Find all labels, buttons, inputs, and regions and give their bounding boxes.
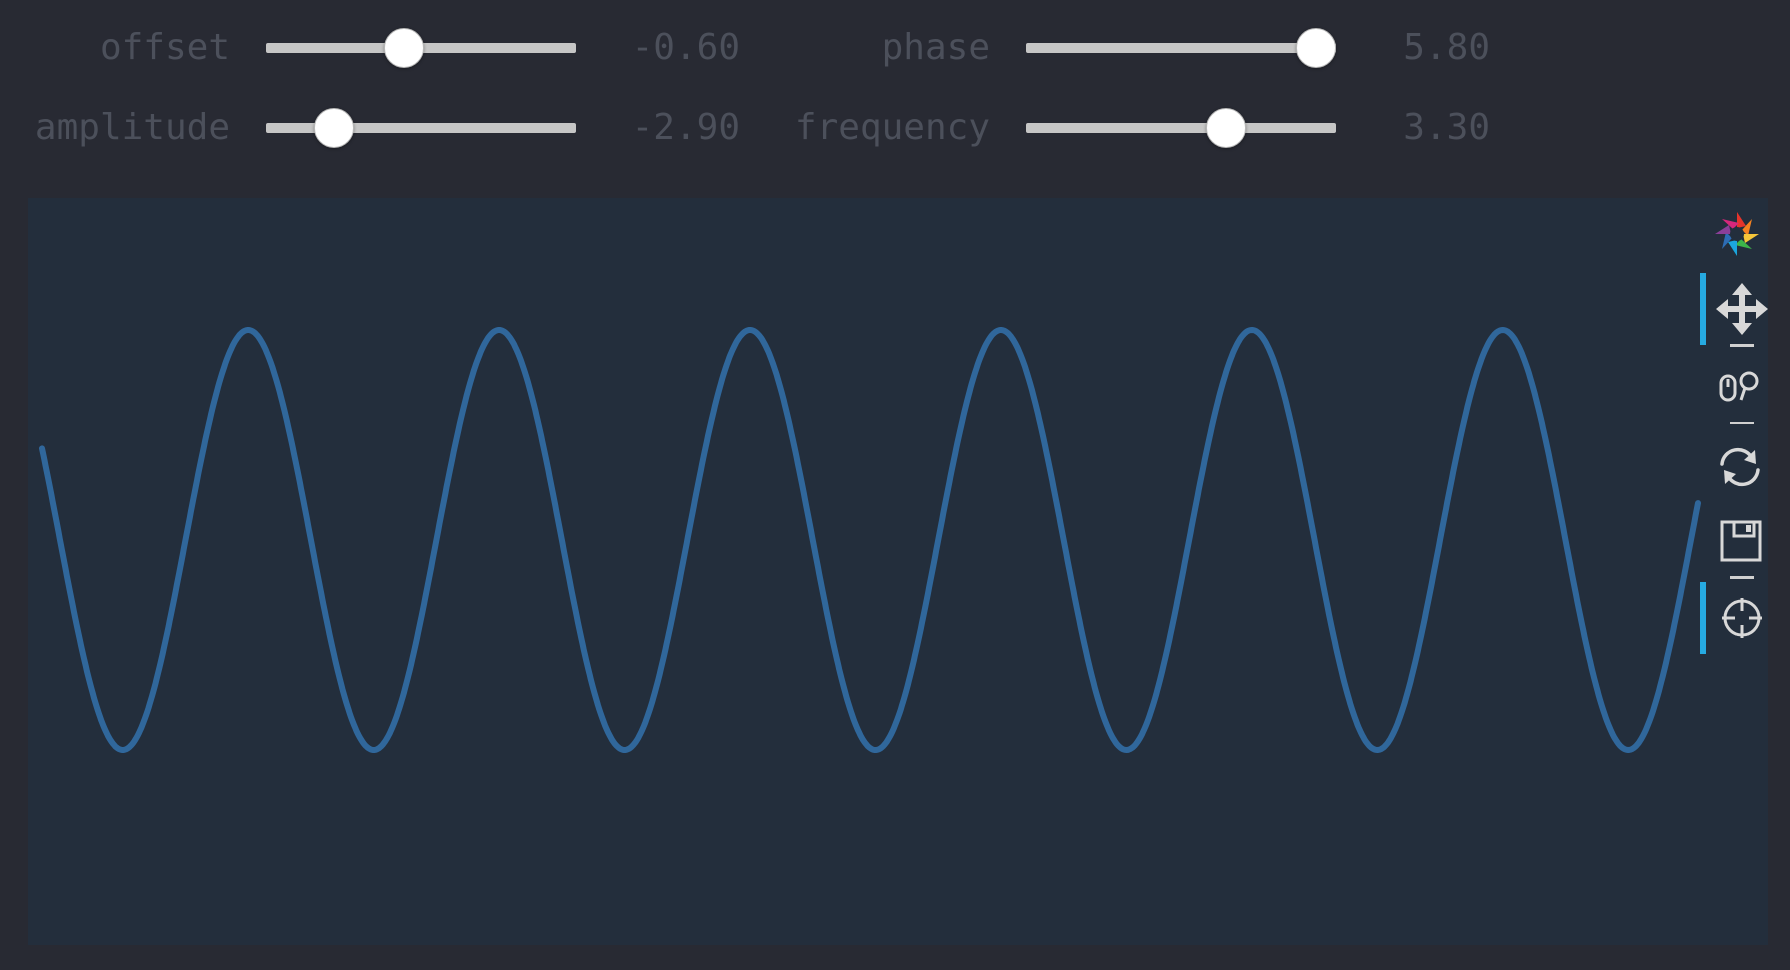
app-page: offset -0.60 phase 5.80 amplitude -2.90 … [0,0,1790,970]
phase-label: phase [881,27,990,68]
amplitude-label: amplitude [34,107,230,148]
wheel-zoom-tool-icon [1719,371,1759,402]
controls-row-2: amplitude -2.90 frequency 3.30 [0,98,1790,158]
phase-slider-track[interactable] [1026,43,1336,53]
offset-slider-handle[interactable] [383,28,424,68]
reset-tool-icon [1720,447,1760,487]
phase-slider-handle[interactable] [1295,28,1336,68]
frequency-slider-handle[interactable] [1205,108,1246,148]
wheel-zoom-tool-button[interactable] [1700,356,1780,418]
offset-value: -0.60 [631,27,740,68]
crosshair-tool-button[interactable] [1700,582,1780,654]
offset-label: offset [99,27,230,68]
crosshair-tool-icon [1722,598,1762,638]
controls-row-1: offset -0.60 phase 5.80 [0,18,1790,78]
reset-tool-button[interactable] [1700,434,1780,500]
amplitude-slider-handle[interactable] [314,108,355,148]
sine-series-line [39,327,1701,753]
frequency-slider[interactable] [1026,98,1336,158]
save-tool-icon [1720,520,1762,562]
save-tool-button[interactable] [1700,510,1780,576]
phase-value: 5.80 [1403,27,1490,68]
amplitude-value: -2.90 [631,107,740,148]
plot-toolbar [1700,198,1790,658]
frequency-slider-track[interactable] [1026,123,1336,133]
bokeh-logo[interactable] [1700,210,1780,270]
plot-svg [39,327,1701,753]
pan-tool-button[interactable] [1700,273,1780,345]
offset-slider[interactable] [266,18,576,78]
toolbar-separator [1730,422,1754,424]
toolbar-separator [1730,576,1754,579]
frequency-value: 3.30 [1403,107,1490,148]
toolbar-separator [1730,344,1754,347]
pan-tool-icon [1716,283,1768,335]
amplitude-slider[interactable] [266,98,576,158]
frequency-label: frequency [794,107,990,148]
bokeh-logo-icon [1715,212,1759,256]
amplitude-slider-track[interactable] [266,123,576,133]
plot-canvas[interactable] [28,198,1768,945]
phase-slider[interactable] [1026,18,1336,78]
